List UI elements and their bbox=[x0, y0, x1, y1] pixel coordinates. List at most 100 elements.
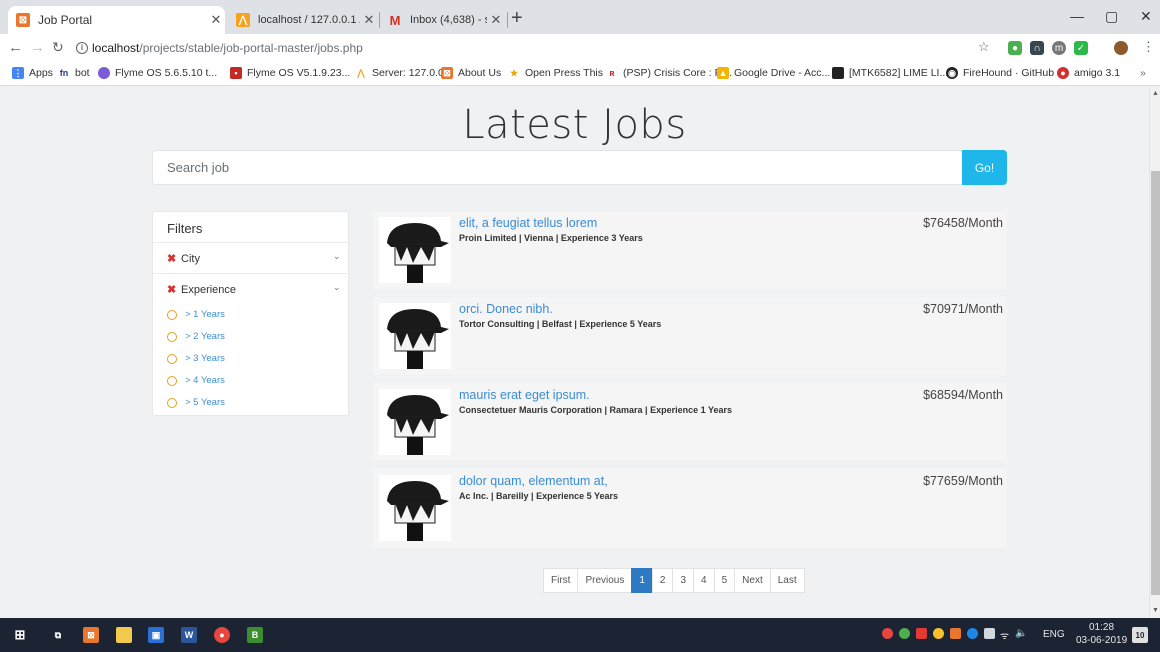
page-3-button[interactable]: 3 bbox=[672, 568, 695, 593]
company-avatar bbox=[379, 303, 451, 369]
option-label: > 4 Years bbox=[185, 375, 225, 386]
word-icon[interactable]: W bbox=[181, 627, 197, 643]
close-icon[interactable]: ✕ bbox=[207, 12, 225, 28]
tray-icon[interactable] bbox=[916, 628, 927, 639]
chrome-tray-icon[interactable] bbox=[882, 628, 893, 639]
back-icon[interactable]: ← bbox=[8, 39, 23, 56]
page-2-button[interactable]: 2 bbox=[651, 568, 674, 593]
job-title-link[interactable]: orci. Donec nibh. bbox=[459, 302, 553, 316]
bookmark-amigo[interactable]: ● amigo 3.1 bbox=[1057, 67, 1120, 79]
option-label: > 1 Years bbox=[185, 309, 225, 320]
page-next-button[interactable]: Next bbox=[734, 568, 771, 593]
bookmark-apps[interactable]: ⋮ Apps bbox=[12, 67, 53, 79]
scroll-up-icon[interactable]: ▲ bbox=[1152, 90, 1159, 97]
network-icon[interactable]: ᯤ bbox=[1000, 628, 1009, 642]
page-first-button[interactable]: First bbox=[543, 568, 579, 593]
job-portal-favicon-icon: ⊠ bbox=[16, 13, 30, 27]
job-title-link[interactable]: dolor quam, elementum at, bbox=[459, 474, 608, 488]
clock-time[interactable]: 01:28 bbox=[1089, 622, 1114, 633]
xampp-tray-icon[interactable] bbox=[950, 628, 961, 639]
crisis-core-icon: ʀ bbox=[609, 68, 615, 78]
clock-date[interactable]: 03-06-2019 bbox=[1076, 635, 1127, 646]
job-salary: $68594/Month bbox=[923, 388, 1003, 402]
info-icon[interactable]: i bbox=[76, 42, 88, 54]
filter-experience[interactable]: ✖ Experience ⌄ > 1 Years > 2 Years > 3 Y… bbox=[153, 273, 348, 413]
chrome-icon[interactable]: ● bbox=[214, 627, 230, 643]
bookmark-about-us[interactable]: ⊠ About Us bbox=[441, 67, 501, 79]
option-label: > 3 Years bbox=[185, 353, 225, 364]
phpmyadmin-favicon-icon: ⋀ bbox=[236, 13, 250, 27]
experience-option[interactable]: > 3 Years bbox=[167, 353, 225, 364]
bookmark-crisis-core[interactable]: ʀ (PSP) Crisis Core : Fi... bbox=[606, 67, 732, 79]
bookmark-mtk6582[interactable]: [MTK6582] LIME LI... bbox=[832, 67, 948, 79]
page-4-button[interactable]: 4 bbox=[693, 568, 715, 593]
minimize-icon[interactable]: — bbox=[1070, 8, 1084, 24]
tab-title: localhost / 127.0.0.1 / jobportal / bbox=[258, 14, 360, 26]
job-title-link[interactable]: mauris erat eget ipsum. bbox=[459, 388, 590, 402]
page-5-button[interactable]: 5 bbox=[713, 568, 736, 593]
language-indicator[interactable]: ENG bbox=[1043, 629, 1065, 640]
scroll-thumb[interactable] bbox=[1151, 171, 1160, 595]
fn-icon: fn bbox=[59, 68, 69, 78]
star-icon[interactable]: ☆ bbox=[978, 39, 990, 55]
menu-icon[interactable]: ⋮ bbox=[1142, 39, 1155, 55]
experience-option[interactable]: > 2 Years bbox=[167, 331, 225, 342]
battery-icon[interactable] bbox=[984, 628, 995, 639]
tray-icon[interactable] bbox=[899, 628, 910, 639]
volume-icon[interactable]: 🔈 bbox=[1015, 628, 1027, 639]
page-last-button[interactable]: Last bbox=[769, 568, 805, 593]
new-tab-icon[interactable]: + bbox=[511, 8, 523, 28]
tab-phpmyadmin[interactable]: ⋀ localhost / 127.0.0.1 / jobportal / ✕ bbox=[228, 6, 378, 34]
extension-icon[interactable]: ● bbox=[1008, 41, 1022, 55]
tab-job-portal[interactable]: ⊠ Job Portal ✕ bbox=[8, 6, 225, 34]
extension-icon[interactable]: m bbox=[1052, 41, 1066, 55]
bookmark-label: [MTK6582] LIME LI... bbox=[849, 67, 949, 79]
close-icon[interactable]: ✕ bbox=[360, 12, 378, 28]
page-scrollbar[interactable]: ▲ ▼ bbox=[1149, 87, 1160, 618]
bookmark-google-drive[interactable]: ▲ Google Drive - Acc... bbox=[717, 67, 830, 79]
close-icon[interactable]: ✕ bbox=[487, 12, 505, 28]
maximize-icon[interactable]: ▢ bbox=[1105, 8, 1118, 25]
flyme-red-icon: ▪ bbox=[230, 67, 242, 79]
notification-count: 10 bbox=[1135, 630, 1145, 640]
task-view-icon[interactable]: ⧉ bbox=[50, 627, 66, 643]
tray-icon[interactable] bbox=[933, 628, 944, 639]
tab-gmail[interactable]: M Inbox (4,638) - sunmughan@gm ✕ bbox=[380, 6, 505, 34]
scroll-down-icon[interactable]: ▼ bbox=[1152, 607, 1159, 614]
store-icon[interactable]: ▣ bbox=[148, 627, 164, 643]
bookmark-firehound[interactable]: ◉ FireHound · GitHub bbox=[946, 67, 1054, 79]
window-close-icon[interactable]: ✕ bbox=[1140, 8, 1152, 25]
reload-icon[interactable]: ↻ bbox=[52, 39, 64, 56]
extension-icon[interactable]: ∩ bbox=[1030, 41, 1044, 55]
page-1-button[interactable]: 1 bbox=[631, 568, 653, 593]
page-previous-button[interactable]: Previous bbox=[577, 568, 633, 593]
notification-icon[interactable]: 10 bbox=[1132, 627, 1148, 643]
filter-label: City bbox=[181, 253, 200, 265]
checkmark-extension-icon[interactable]: ✓ bbox=[1074, 41, 1088, 55]
bookmark-label: amigo 3.1 bbox=[1074, 67, 1121, 79]
filter-label: Experience bbox=[181, 284, 237, 296]
bluetooth-icon[interactable] bbox=[967, 628, 978, 639]
browser-tab-bar: ⊠ Job Portal ✕ ⋀ localhost / 127.0.0.1 /… bbox=[0, 0, 1160, 34]
job-title-link[interactable]: elit, a feugiat tellus lorem bbox=[459, 216, 597, 230]
xampp-icon[interactable]: ⊠ bbox=[83, 627, 99, 643]
experience-option[interactable]: > 4 Years bbox=[167, 375, 225, 386]
bookmark-open-press-this[interactable]: ★ Open Press This bbox=[508, 67, 603, 79]
bookmark-server[interactable]: ⋀ Server: 127.0.0.1 bbox=[355, 67, 452, 79]
search-input[interactable] bbox=[152, 150, 962, 185]
go-button[interactable]: Go! bbox=[962, 150, 1007, 185]
filter-city[interactable]: ✖ City ⌄ bbox=[153, 242, 348, 273]
experience-option[interactable]: > 5 Years bbox=[167, 397, 225, 408]
forward-icon[interactable]: → bbox=[30, 39, 45, 56]
bookmark-bot[interactable]: fn bot bbox=[58, 67, 90, 79]
app-icon[interactable]: B bbox=[247, 627, 263, 643]
url-field[interactable]: localhost/projects/stable/job-portal-mas… bbox=[92, 41, 363, 55]
profile-avatar-icon[interactable] bbox=[1114, 41, 1128, 55]
experience-option[interactable]: > 1 Years bbox=[167, 309, 225, 320]
bookmark-flyme-519[interactable]: ▪ Flyme OS V5.1.9.23... bbox=[230, 67, 350, 79]
file-explorer-icon[interactable] bbox=[116, 627, 132, 643]
page-title: Latest Jobs bbox=[462, 102, 687, 148]
windows-start-icon[interactable]: ⊞ bbox=[12, 627, 28, 643]
bookmark-flyme-565[interactable]: Flyme OS 5.6.5.10 t... bbox=[98, 67, 217, 79]
more-bookmarks-icon[interactable]: » bbox=[1140, 67, 1146, 79]
